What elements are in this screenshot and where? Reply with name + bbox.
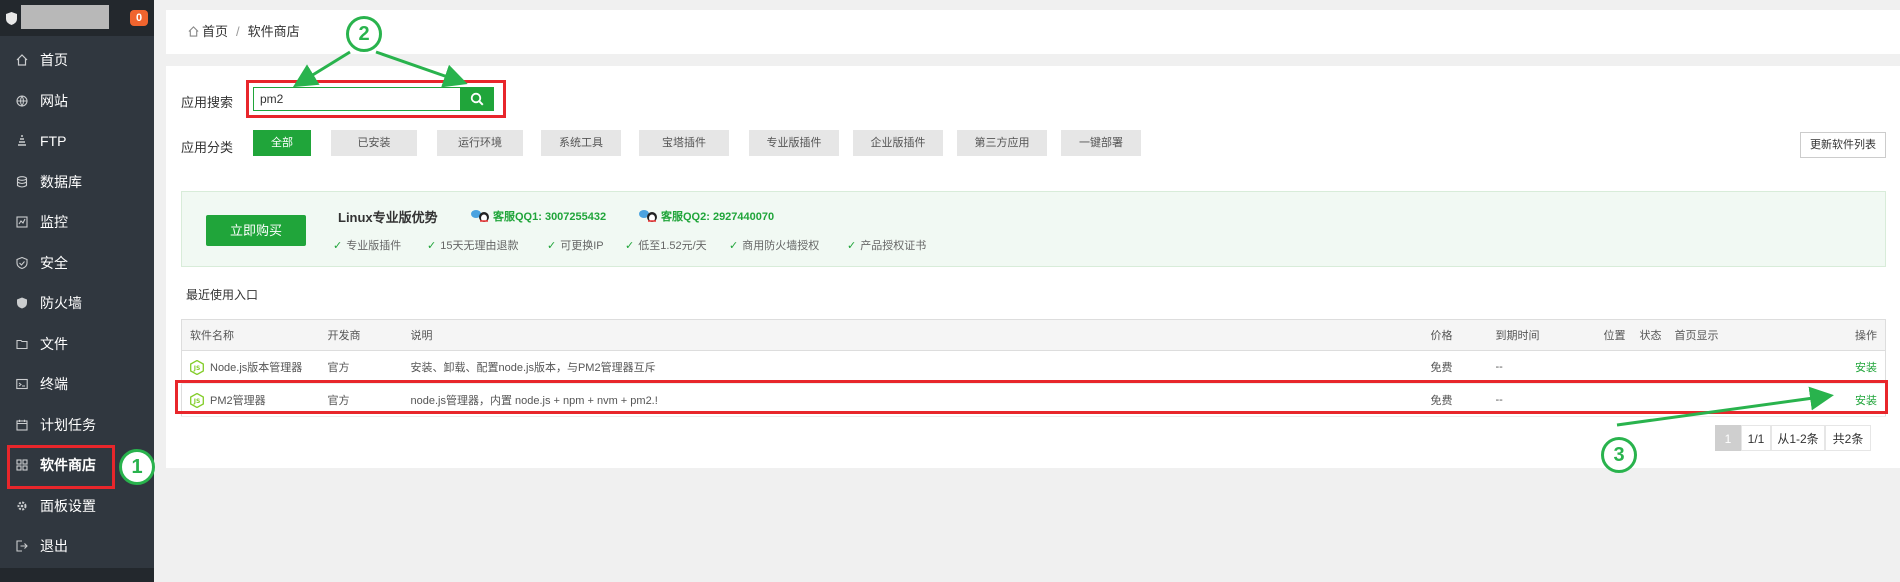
annotation-arrows xyxy=(292,50,1834,427)
arrow-to-search-right xyxy=(375,50,468,88)
step-marker-1: 1 xyxy=(119,449,155,485)
arrow-to-search-left xyxy=(292,50,351,88)
arrow-to-install xyxy=(1616,386,1834,427)
step-marker-2: 2 xyxy=(346,16,382,52)
step-marker-3: 3 xyxy=(1601,437,1637,473)
